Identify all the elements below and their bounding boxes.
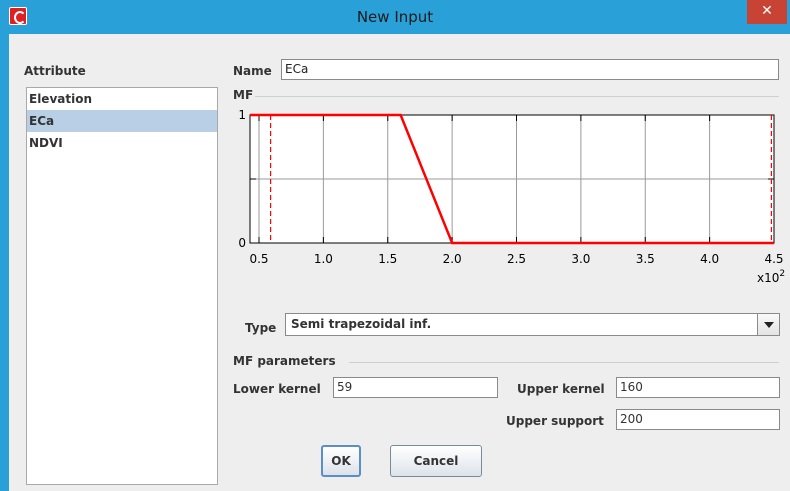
- x-tick-label-2: 1.5: [378, 252, 397, 266]
- membership-function-chart: 0.5 1.0 1.5 2.0 2.5 3.0 3.5 4.0 4.5 0 1 x102: [238, 108, 785, 285]
- close-button[interactable]: ✕: [747, 0, 787, 24]
- mf-parameters-separator: [349, 362, 779, 363]
- type-select-value: Semi trapezoidal inf.: [291, 317, 432, 331]
- upper-kernel-label: Upper kernel: [517, 382, 605, 396]
- attribute-item-eca[interactable]: ECa: [27, 110, 217, 132]
- attribute-item-elevation[interactable]: Elevation: [27, 88, 217, 110]
- x-tick-label-4: 2.5: [507, 252, 526, 266]
- y-tick-label-0: 0: [238, 236, 246, 250]
- mf-parameters-label: MF parameters: [233, 354, 336, 368]
- x-multiplier-label: x102: [757, 269, 785, 285]
- attribute-label: Attribute: [24, 64, 86, 78]
- x-tick-label-5: 3.0: [571, 252, 590, 266]
- dialog-content: Attribute Elevation ECa NDVI Name ECa MF…: [9, 34, 790, 491]
- y-tick-label-1: 1: [238, 108, 246, 122]
- type-select[interactable]: Semi trapezoidal inf.: [285, 313, 780, 336]
- cancel-button[interactable]: Cancel: [390, 445, 482, 477]
- window-title: New Input: [356, 8, 434, 26]
- attribute-list[interactable]: Elevation ECa NDVI: [26, 87, 218, 485]
- chevron-down-icon[interactable]: [757, 314, 779, 335]
- ok-button[interactable]: OK: [321, 445, 361, 477]
- title-bar[interactable]: New Input ✕: [0, 0, 790, 34]
- mf-separator: [255, 96, 779, 97]
- upper-support-label: Upper support: [506, 414, 604, 428]
- upper-support-input[interactable]: 200: [616, 409, 780, 430]
- x-tick-label-6: 3.5: [636, 252, 655, 266]
- lower-kernel-label: Lower kernel: [233, 382, 321, 396]
- mf-section-label: MF: [233, 88, 254, 102]
- x-tick-label-1: 1.0: [314, 252, 333, 266]
- x-tick-label-0: 0.5: [249, 252, 268, 266]
- name-label: Name: [233, 64, 272, 78]
- lower-kernel-input[interactable]: 59: [333, 377, 498, 398]
- x-tick-label-8: 4.5: [764, 252, 783, 266]
- dialog-window: New Input ✕ Attribute Elevation ECa NDVI…: [0, 0, 790, 491]
- upper-kernel-input[interactable]: 160: [616, 377, 780, 398]
- x-tick-label-3: 2.0: [443, 252, 462, 266]
- attribute-item-ndvi[interactable]: NDVI: [27, 132, 217, 154]
- name-input[interactable]: ECa: [281, 59, 779, 80]
- type-label: Type: [245, 321, 277, 335]
- x-tick-label-7: 4.0: [700, 252, 719, 266]
